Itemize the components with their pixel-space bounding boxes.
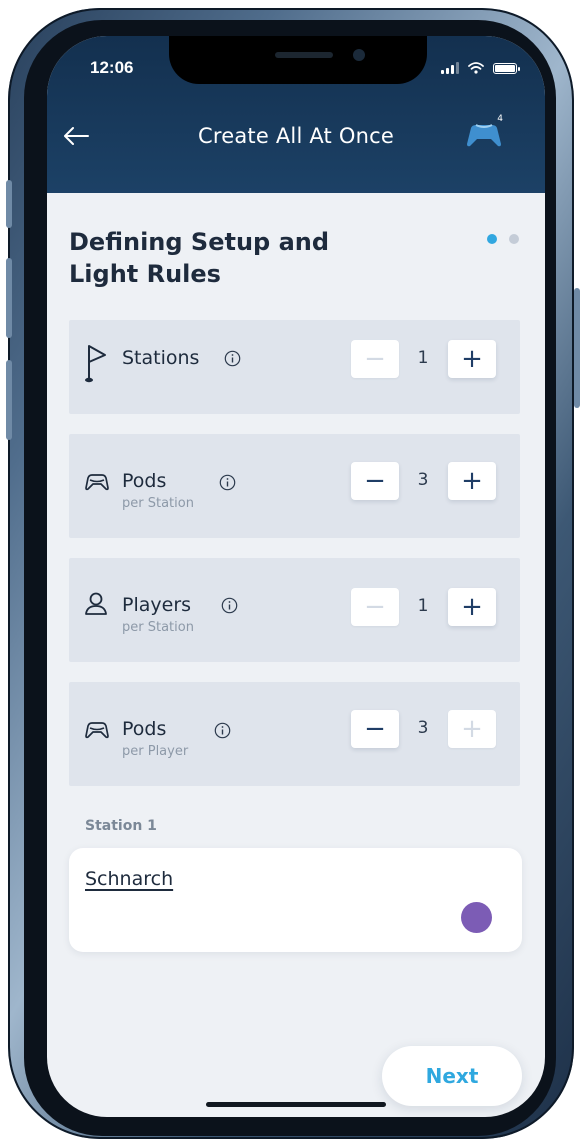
next-button[interactable]: Next (382, 1046, 522, 1106)
battery-icon (493, 63, 520, 74)
rule-sublabel: per Station (122, 496, 194, 511)
increment-button[interactable]: + (448, 588, 496, 626)
pagination-dot-active[interactable] (487, 234, 497, 244)
rule-label: Stations (122, 347, 200, 369)
rule-card-players-per-station: Players per Station − 1 + (69, 558, 520, 662)
phone-side-button (6, 360, 12, 440)
stepper-value: 1 (417, 348, 429, 368)
phone-side-button (6, 180, 12, 228)
camera-icon (353, 49, 365, 61)
rule-sublabel: per Player (122, 744, 189, 759)
phone-side-button (574, 288, 580, 408)
pod-icon (85, 474, 109, 491)
decrement-button[interactable]: − (351, 588, 399, 626)
flag-icon (85, 345, 106, 383)
page-title: Defining Setup and Light Rules (69, 228, 330, 288)
info-icon[interactable] (214, 722, 231, 739)
stepper-value: 1 (417, 596, 429, 616)
info-icon[interactable] (219, 474, 236, 491)
rule-label: Players (122, 594, 192, 616)
station-section-label: Station 1 (85, 818, 157, 834)
speaker-grille (275, 52, 333, 58)
pod-icon (85, 722, 109, 739)
rule-card-pods-per-station: Pods per Station − 3 + (69, 434, 520, 538)
decrement-button[interactable]: − (351, 462, 399, 500)
rule-label: Pods (122, 470, 167, 492)
station-card[interactable]: Schnarch (69, 848, 522, 952)
status-time: 12:06 (90, 58, 134, 77)
decrement-button[interactable]: − (351, 710, 399, 748)
phone-notch (169, 36, 427, 84)
gamepad-badge: 4 (497, 114, 503, 124)
info-icon[interactable] (221, 597, 238, 614)
pagination-dots (487, 234, 519, 244)
rule-card-pods-per-player: Pods per Player − 3 + (69, 682, 520, 786)
info-icon[interactable] (224, 350, 241, 367)
home-indicator (206, 1102, 386, 1107)
pagination-dot[interactable] (509, 234, 519, 244)
phone-side-button (6, 258, 12, 338)
increment-button[interactable]: + (448, 710, 496, 748)
status-icons (441, 62, 520, 74)
increment-button[interactable]: + (448, 462, 496, 500)
rule-sublabel: per Station (122, 620, 194, 635)
stepper-value: 3 (417, 470, 429, 490)
app-header: 12:06 Create All At Once 4 (47, 36, 545, 193)
user-icon (85, 592, 107, 615)
station-name-link[interactable]: Schnarch (85, 868, 173, 890)
signal-icon (441, 62, 459, 74)
increment-button[interactable]: + (448, 340, 496, 378)
app-screen: 12:06 Create All At Once 4 Defining Setu… (47, 36, 545, 1117)
rule-label: Pods (122, 718, 167, 740)
wifi-icon (468, 62, 484, 74)
decrement-button[interactable]: − (351, 340, 399, 378)
rule-card-stations: Stations − 1 + (69, 320, 520, 414)
station-color-swatch[interactable] (461, 902, 492, 933)
stepper-value: 3 (417, 718, 429, 738)
